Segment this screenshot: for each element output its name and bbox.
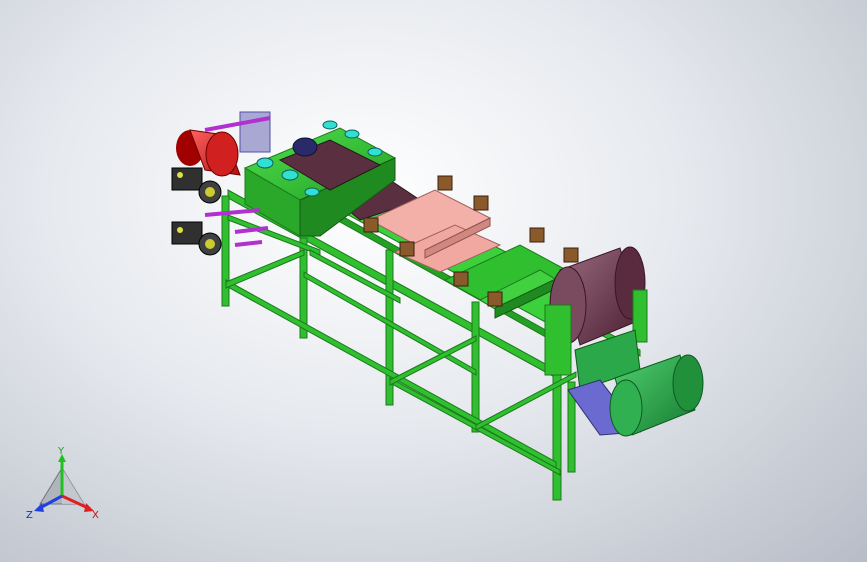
machine-3d-model[interactable]	[0, 0, 867, 562]
y-axis-label: Y	[57, 446, 65, 457]
cad-viewport[interactable]: Y X Z	[0, 0, 867, 562]
z-axis-label: Z	[26, 510, 33, 521]
drive-motors[interactable]	[171, 167, 222, 256]
axis-triad: Y X Z	[26, 446, 99, 521]
x-axis-label: X	[92, 510, 99, 521]
